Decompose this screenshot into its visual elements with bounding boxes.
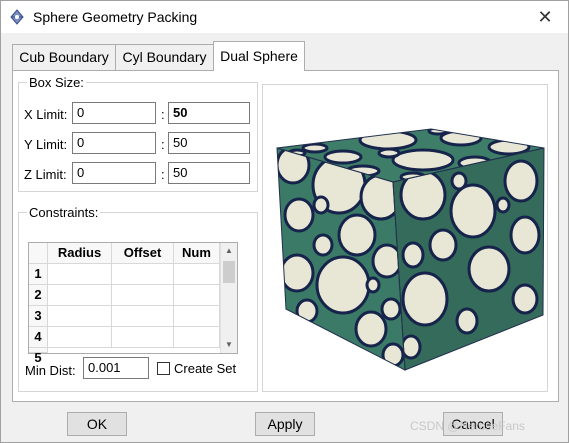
table-cell[interactable] bbox=[174, 327, 220, 348]
close-button[interactable]: ✕ bbox=[522, 1, 568, 33]
y-limit-min-input[interactable]: 0 bbox=[72, 132, 156, 154]
y-limit-max-input[interactable]: 50 bbox=[168, 132, 250, 154]
min-dist-input[interactable]: 0.001 bbox=[83, 357, 149, 379]
scroll-up-icon[interactable]: ▲ bbox=[221, 243, 237, 259]
table-cell[interactable] bbox=[112, 327, 174, 348]
create-set-label[interactable]: Create Set bbox=[174, 361, 236, 376]
table-cell[interactable] bbox=[112, 285, 174, 306]
box-size-legend: Box Size: bbox=[29, 75, 84, 90]
y-limit-label: Y Limit: bbox=[24, 137, 68, 152]
tab-cub-boundary[interactable]: Cub Boundary bbox=[12, 44, 116, 70]
table-cell[interactable] bbox=[174, 264, 220, 285]
table-cell[interactable] bbox=[112, 264, 174, 285]
x-limit-label: X Limit: bbox=[24, 107, 68, 122]
scroll-thumb[interactable] bbox=[223, 261, 235, 283]
preview-pane bbox=[262, 84, 548, 392]
y-limit-separator: : bbox=[161, 137, 165, 152]
packed-spheres-cube-image bbox=[276, 128, 545, 371]
close-icon: ✕ bbox=[537, 6, 553, 27]
tab-cyl-boundary[interactable]: Cyl Boundary bbox=[115, 44, 214, 70]
z-limit-separator: : bbox=[161, 167, 165, 182]
row-header-1[interactable]: 1 bbox=[29, 264, 48, 285]
table-scrollbar[interactable]: ▲ ▼ bbox=[220, 243, 237, 353]
table-cell[interactable] bbox=[174, 306, 220, 327]
x-limit-max-input[interactable]: 50 bbox=[168, 102, 250, 124]
app-icon bbox=[10, 9, 24, 25]
table-corner bbox=[29, 243, 48, 264]
row-header-2[interactable]: 2 bbox=[29, 285, 48, 306]
column-header-radius[interactable]: Radius bbox=[48, 243, 112, 264]
title-bar[interactable]: Sphere Geometry Packing ✕ bbox=[1, 1, 568, 33]
tab-dual-sphere[interactable]: Dual Sphere bbox=[213, 41, 305, 71]
table-cell[interactable] bbox=[48, 285, 112, 306]
window-title: Sphere Geometry Packing bbox=[33, 9, 198, 25]
x-limit-min-input[interactable]: 0 bbox=[72, 102, 156, 124]
table-cell[interactable] bbox=[112, 306, 174, 327]
row-header-4[interactable]: 4 bbox=[29, 327, 48, 348]
column-header-offset[interactable]: Offset bbox=[112, 243, 174, 264]
constraints-legend: Constraints: bbox=[29, 205, 99, 220]
x-limit-separator: : bbox=[161, 107, 165, 122]
table-cell[interactable] bbox=[48, 306, 112, 327]
z-limit-max-input[interactable]: 50 bbox=[168, 162, 250, 184]
ok-button[interactable]: OK bbox=[67, 412, 127, 436]
dialog-window: Sphere Geometry Packing ✕ Cub Boundary C… bbox=[0, 0, 569, 443]
constraints-table[interactable]: Radius Offset Num 1 2 3 4 5 ▲ ▼ bbox=[28, 242, 238, 365]
min-dist-label: Min Dist: bbox=[25, 363, 76, 378]
table-cell[interactable] bbox=[174, 285, 220, 306]
watermark: CSDN @HeroseFans bbox=[410, 419, 525, 433]
create-set-checkbox[interactable] bbox=[157, 362, 170, 375]
dual-sphere-panel: Box Size: X Limit: 0 : 50 Y Limit: 0 : 5… bbox=[12, 70, 559, 402]
z-limit-min-input[interactable]: 0 bbox=[72, 162, 156, 184]
column-header-num[interactable]: Num bbox=[174, 243, 220, 264]
table-cell[interactable] bbox=[48, 264, 112, 285]
row-header-5[interactable]: 5 bbox=[29, 348, 48, 365]
z-limit-label: Z Limit: bbox=[24, 167, 67, 182]
apply-button[interactable]: Apply bbox=[255, 412, 315, 436]
row-header-3[interactable]: 3 bbox=[29, 306, 48, 327]
scroll-down-icon[interactable]: ▼ bbox=[221, 337, 237, 353]
table-cell[interactable] bbox=[48, 327, 112, 348]
